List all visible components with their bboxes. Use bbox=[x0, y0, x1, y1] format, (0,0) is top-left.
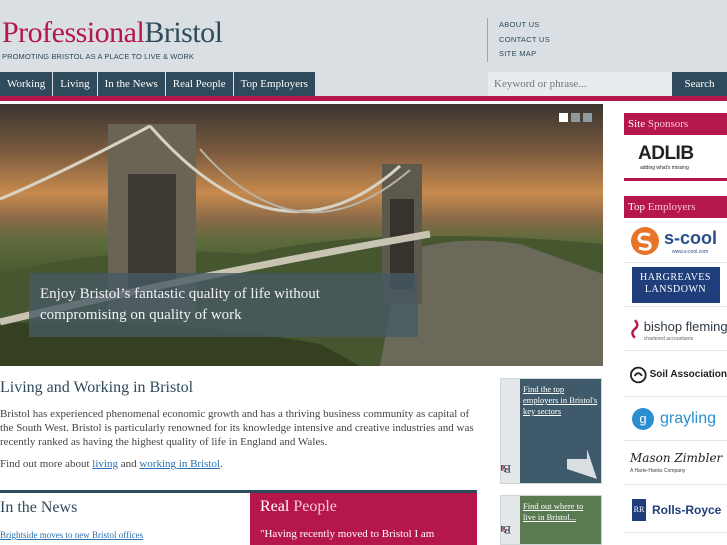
search-input[interactable] bbox=[488, 72, 672, 96]
nav-in-the-news[interactable]: In the News bbox=[97, 72, 165, 96]
site-tagline: PROMOTING BRISTOL AS A PLACE TO LIVE & W… bbox=[2, 52, 194, 61]
slide-dot-3[interactable] bbox=[583, 113, 592, 122]
sponsors-head-word1: Site bbox=[628, 118, 646, 130]
mason-zimbler-logo: Mason Zimbler bbox=[630, 450, 723, 465]
site-header: ProfessionalBristol PROMOTING BRISTOL AS… bbox=[0, 0, 727, 72]
search-button[interactable]: Search bbox=[672, 72, 727, 96]
promo2-body: Find out where to live in Bristol... bbox=[520, 496, 601, 544]
intro-paragraph: Bristol has experienced phenomenal econo… bbox=[0, 408, 474, 448]
lansdown-word: LANSDOWN bbox=[644, 283, 707, 295]
promo-where-to-live[interactable]: ProfessionalBristol Find out where to li… bbox=[500, 495, 602, 545]
mason-zimbler-sub: A Harte-Hanks Company bbox=[630, 467, 686, 474]
hargreaves-lansdown-logo: HARGREAVES LANSDOWN bbox=[631, 266, 720, 303]
find-more-and: and bbox=[120, 458, 137, 470]
promo1-link[interactable]: Find the top employers in Bristol's key … bbox=[523, 384, 597, 416]
utility-nav: ABOUT US CONTACT US SITE MAP bbox=[499, 20, 550, 64]
employer-mason-zimbler[interactable]: Mason Zimbler A Harte-Hanks Company bbox=[624, 441, 727, 485]
promo-vertical-logo: ProfessionalBristol bbox=[501, 379, 520, 483]
logo-bristol: Bristol bbox=[144, 16, 223, 49]
real-people-heading: Real People bbox=[260, 498, 337, 516]
s-cool-url: www.s-cool.com bbox=[672, 248, 709, 255]
nav-working[interactable]: Working bbox=[0, 72, 53, 96]
promo2-vertical-bristol: Bristol bbox=[501, 523, 511, 537]
promo2-link[interactable]: Find out where to live in Bristol... bbox=[523, 501, 583, 522]
adlib-tagline: adding what's missing bbox=[640, 165, 689, 171]
page-title: Living and Working in Bristol bbox=[0, 379, 194, 396]
nav-real-people[interactable]: Real People bbox=[165, 72, 233, 96]
hargreaves-word: HARGREAVES bbox=[640, 271, 711, 283]
employer-hargreaves-lansdown[interactable]: HARGREAVES LANSDOWN bbox=[624, 263, 727, 307]
slide-dot-1[interactable] bbox=[559, 113, 568, 122]
in-the-news-heading: In the News bbox=[0, 499, 78, 516]
soil-association-icon bbox=[630, 366, 647, 383]
employer-s-cool[interactable]: s-cool www.s-cool.com bbox=[624, 219, 727, 263]
promo-top-employers[interactable]: ProfessionalBristol Find the top employe… bbox=[500, 378, 602, 484]
bishop-fleming-icon bbox=[631, 318, 639, 339]
s-cool-logo-icon bbox=[631, 226, 659, 255]
adlib-sponsor[interactable]: ADLIB adding what's missing bbox=[624, 135, 727, 181]
find-more-line: Find out more about living and working i… bbox=[0, 458, 223, 470]
nav-top-employers[interactable]: Top Employers bbox=[233, 72, 315, 96]
slide-dot-2[interactable] bbox=[571, 113, 580, 122]
s-cool-wordmark: s-cool bbox=[664, 227, 718, 248]
about-us-link[interactable]: ABOUT US bbox=[499, 20, 550, 35]
sponsors-head-word2: Sponsors bbox=[647, 118, 689, 130]
sponsors-sidebar: Site Sponsors bbox=[624, 113, 727, 135]
employers-head-word2: Employers bbox=[647, 201, 696, 213]
employers-head-word1: Top bbox=[628, 201, 645, 213]
rolls-royce-wordmark: Rolls-Royce bbox=[652, 502, 722, 517]
adlib-logo: ADLIB bbox=[638, 143, 694, 164]
real-people-panel: Real People "Having recently moved to Br… bbox=[250, 493, 477, 545]
site-logo[interactable]: ProfessionalBristol bbox=[2, 18, 223, 48]
nav-living[interactable]: Living bbox=[53, 72, 97, 96]
rolls-royce-badge-icon: RR bbox=[632, 498, 646, 521]
grayling-wordmark: grayling bbox=[660, 409, 717, 427]
find-more-suffix: . bbox=[220, 458, 223, 470]
real-word: Real bbox=[260, 498, 290, 515]
utility-divider bbox=[487, 18, 488, 62]
bishop-fleming-wordmark: bishop fleming bbox=[643, 318, 727, 334]
employer-soil-association[interactable]: Soil Association bbox=[624, 353, 727, 397]
site-sponsors-heading: Site Sponsors bbox=[624, 113, 727, 135]
find-more-prefix: Find out more about bbox=[0, 458, 90, 470]
slide-indicators bbox=[559, 113, 592, 122]
promo1-vertical-bristol: Bristol bbox=[501, 462, 511, 476]
news-item-link[interactable]: Brightside moves to new Bristol offices bbox=[0, 530, 143, 540]
employer-grayling[interactable]: g grayling bbox=[624, 397, 727, 441]
real-people-quote: "Having recently moved to Bristol I am bbox=[260, 528, 435, 540]
svg-text:g: g bbox=[639, 411, 646, 426]
employer-rolls-royce[interactable]: RR Rolls-Royce bbox=[624, 487, 727, 533]
working-in-bristol-link[interactable]: working in Bristol bbox=[139, 458, 220, 470]
soil-association-wordmark: Soil Association bbox=[649, 369, 727, 380]
grayling-icon: g bbox=[632, 407, 654, 430]
people-word: People bbox=[293, 498, 337, 515]
promo1-body: Find the top employers in Bristol's key … bbox=[520, 379, 601, 483]
living-link[interactable]: living bbox=[92, 458, 118, 470]
promo2-vertical-logo: ProfessionalBristol bbox=[501, 496, 520, 544]
header-rule bbox=[0, 96, 727, 101]
arrow-corner-icon bbox=[567, 449, 597, 479]
hero-caption: Enjoy Bristol’s fantastic quality of lif… bbox=[29, 273, 418, 337]
bishop-fleming-sub: chartered accountants bbox=[643, 335, 694, 342]
logo-professional: Professional bbox=[2, 16, 145, 49]
employer-bishop-fleming[interactable]: bishop fleming chartered accountants bbox=[624, 307, 727, 351]
contact-us-link[interactable]: CONTACT US bbox=[499, 35, 550, 50]
site-map-link[interactable]: SITE MAP bbox=[499, 49, 550, 64]
top-employers-heading: Top Employers bbox=[624, 196, 727, 218]
